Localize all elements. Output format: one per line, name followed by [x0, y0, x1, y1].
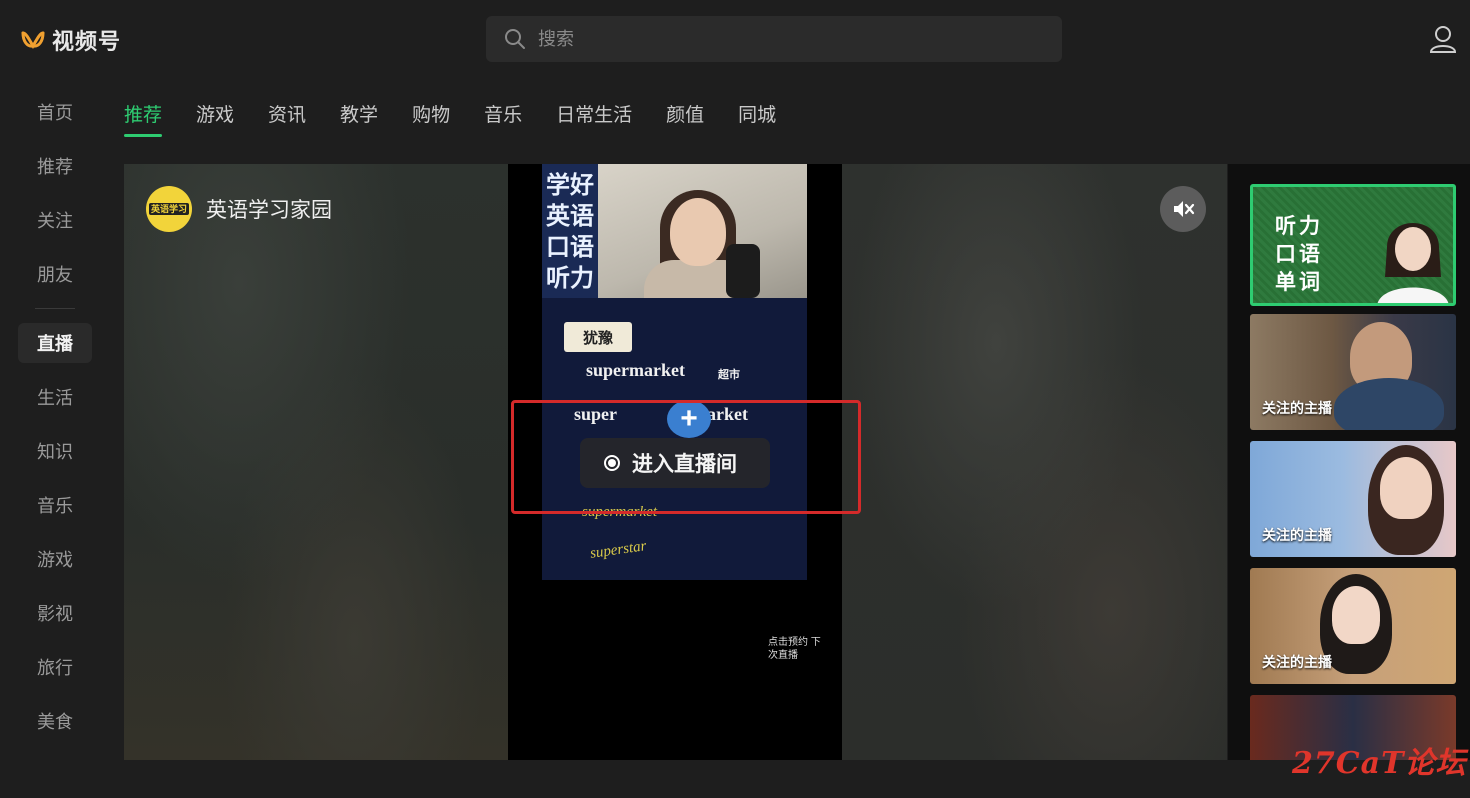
blurred-background-left [124, 164, 508, 760]
recommendation-card[interactable]: 关注的主播 [1250, 441, 1456, 557]
tab-music[interactable]: 音乐 [484, 100, 522, 135]
channel-avatar[interactable]: 英语学习 [146, 186, 192, 232]
tab-looks[interactable]: 颜值 [666, 100, 704, 135]
annotation-highlight-box [511, 400, 861, 514]
live-player[interactable]: 学好英语口语听力 犹豫 supermarket 超市 super market … [124, 164, 1227, 760]
recommendation-list: 听力 口语 单词 关注的主播 关注的主播 关注的主播 [1228, 164, 1470, 760]
featured-card-text: 听力 口语 单词 [1275, 215, 1323, 294]
video-word-full-cn: 超市 [718, 369, 740, 381]
sidebar-item-games[interactable]: 游戏 [18, 539, 92, 579]
tab-daily-life[interactable]: 日常生活 [556, 100, 632, 135]
channel-name[interactable]: 英语学习家园 [206, 194, 332, 224]
recommendation-label: 关注的主播 [1262, 654, 1332, 670]
app-logo[interactable]: 视频号 [20, 24, 121, 56]
tab-news[interactable]: 资讯 [268, 100, 306, 135]
sidebar-item-music[interactable]: 音乐 [18, 485, 92, 525]
recommendation-card-featured[interactable]: 听力 口语 单词 [1250, 184, 1456, 306]
sidebar-item-home[interactable]: 首页 [18, 92, 92, 132]
sidebar-item-life[interactable]: 生活 [18, 377, 92, 417]
search-bar[interactable] [486, 16, 1062, 62]
video-content: 学好英语口语听力 犹豫 supermarket 超市 super market … [542, 164, 807, 580]
streamer-thumbnail [1380, 457, 1432, 519]
app-title: 视频号 [52, 29, 122, 54]
sidebar-item-travel[interactable]: 旅行 [18, 647, 92, 687]
tab-local[interactable]: 同城 [738, 100, 776, 135]
sidebar-item-recommend[interactable]: 推荐 [18, 146, 92, 186]
mute-button[interactable] [1160, 186, 1206, 232]
search-icon [505, 29, 525, 49]
channels-logo-icon [21, 31, 45, 50]
sidebar-item-food[interactable]: 美食 [18, 701, 92, 741]
recommendation-card[interactable]: 关注的主播 [1250, 568, 1456, 684]
category-tabs: 推荐 游戏 资讯 教学 购物 音乐 日常生活 颜值 同城 [124, 100, 776, 137]
streamer-thumbnail-body [1334, 378, 1444, 430]
presenter-avatar-icon [1377, 223, 1449, 303]
sidebar-item-film[interactable]: 影视 [18, 593, 92, 633]
tab-teaching[interactable]: 教学 [340, 100, 378, 135]
sidebar-divider [35, 308, 75, 309]
blurred-background-right [842, 164, 1227, 760]
tab-games[interactable]: 游戏 [196, 100, 234, 135]
video-small-note: 点击预约 下次直播 [768, 637, 821, 661]
sidebar-nav: 首页 推荐 关注 朋友 直播 生活 知识 音乐 游戏 影视 旅行 美食 [18, 92, 92, 755]
search-input[interactable] [538, 28, 1018, 50]
channel-avatar-text: 英语学习 [148, 203, 189, 215]
sidebar-item-friends[interactable]: 朋友 [18, 254, 92, 294]
forum-watermark: 27CaT论坛 [1292, 746, 1467, 781]
channel-info[interactable]: 英语学习 英语学习家园 [146, 186, 332, 232]
muted-speaker-icon [1174, 201, 1195, 217]
presenter-image [598, 164, 807, 298]
tab-shopping[interactable]: 购物 [412, 100, 450, 135]
user-profile-icon[interactable] [1428, 24, 1458, 54]
video-note-tag: 犹豫 [564, 322, 632, 352]
streamer-thumbnail [1332, 586, 1380, 644]
recommendation-label: 关注的主播 [1262, 527, 1332, 543]
sidebar-item-following[interactable]: 关注 [18, 200, 92, 240]
microphone-icon [726, 244, 760, 298]
recommendation-card[interactable]: 关注的主播 [1250, 314, 1456, 430]
tab-recommend[interactable]: 推荐 [124, 100, 163, 137]
video-slogan: 学好英语口语听力 [542, 164, 598, 298]
sidebar-item-knowledge[interactable]: 知识 [18, 431, 92, 471]
sidebar-item-live[interactable]: 直播 [18, 323, 92, 363]
video-word-full: supermarket [586, 360, 685, 380]
video-scribble-2: superstar [589, 538, 648, 562]
recommendation-label: 关注的主播 [1262, 400, 1332, 416]
